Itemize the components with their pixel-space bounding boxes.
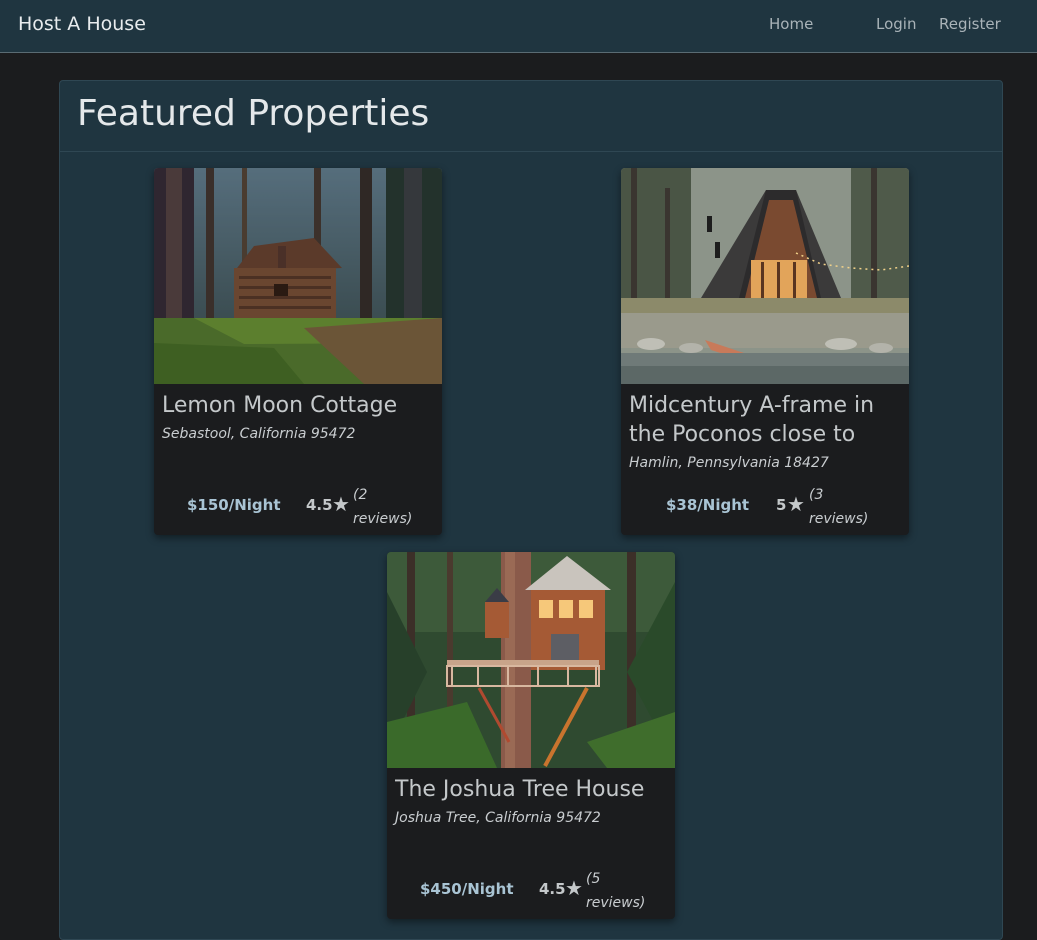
property-title[interactable]: Midcentury A-frame in the Poconos close …: [629, 391, 899, 451]
navbar: Host A House Home Login Register: [0, 0, 1037, 53]
property-card[interactable]: Lemon Moon Cottage Sebastool, California…: [154, 168, 442, 535]
property-card[interactable]: Midcentury A-frame in the Poconos close …: [621, 168, 909, 535]
property-price: $38/Night: [666, 496, 750, 514]
brand-link[interactable]: Host A House: [18, 13, 146, 35]
reviews-label: reviews): [586, 895, 646, 911]
property-location: Joshua Tree, California 95472: [395, 810, 601, 826]
star-icon: ★: [332, 492, 350, 516]
reviews-count: (2: [353, 487, 368, 503]
property-title[interactable]: The Joshua Tree House: [395, 775, 665, 835]
property-card[interactable]: The Joshua Tree House Joshua Tree, Calif…: [387, 552, 675, 919]
property-image[interactable]: [154, 168, 442, 384]
property-reviews: (3 reviews): [809, 483, 879, 531]
nav-link-home[interactable]: Home: [769, 15, 813, 33]
reviews-label: reviews): [353, 511, 413, 527]
property-price: $150/Night: [187, 496, 281, 514]
nav-link-login[interactable]: Login: [876, 15, 916, 33]
property-reviews: (5 reviews): [586, 867, 656, 915]
property-location: Sebastool, California 95472: [162, 426, 356, 442]
star-icon: ★: [565, 876, 583, 900]
reviews-count: (3: [809, 487, 824, 503]
property-image[interactable]: [621, 168, 909, 384]
property-rating: 4.5: [539, 880, 566, 898]
reviews-count: (5: [586, 871, 601, 887]
panel-header: Featured Properties: [60, 81, 1002, 152]
property-image[interactable]: [387, 552, 675, 768]
property-rating: 5: [776, 496, 787, 514]
property-reviews: (2 reviews): [353, 483, 423, 531]
property-price: $450/Night: [420, 880, 514, 898]
property-rating: 4.5: [306, 496, 333, 514]
star-icon: ★: [787, 492, 805, 516]
page-title: Featured Properties: [77, 93, 430, 134]
property-location: Hamlin, Pennsylvania 18427: [629, 455, 829, 471]
property-title[interactable]: Lemon Moon Cottage: [162, 391, 432, 451]
nav-link-register[interactable]: Register: [939, 15, 1001, 33]
reviews-label: reviews): [809, 511, 869, 527]
